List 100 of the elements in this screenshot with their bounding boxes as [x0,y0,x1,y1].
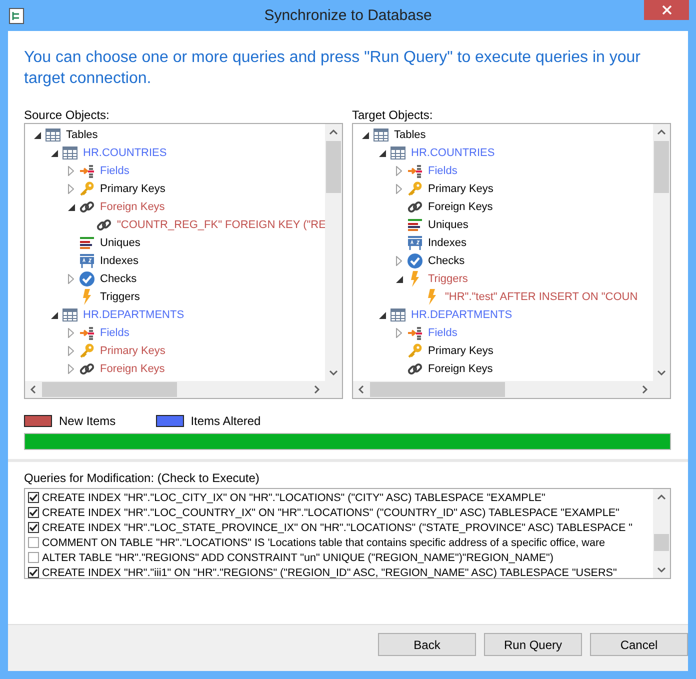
key-icon [407,181,423,197]
tree-item[interactable]: Fields [428,327,458,339]
tree-item[interactable]: Primary Keys [100,183,166,195]
table-icon [62,307,78,323]
tree-item[interactable]: Foreign Keys [100,201,165,213]
chain-link-icon [79,361,95,377]
scroll-thumb[interactable] [654,141,669,193]
tree-item[interactable]: HR.DEPARTMENTS [411,309,512,321]
query-text: COMMENT ON TABLE "HR"."LOCATIONS" IS 'Locations table that contains specific address of a specific office, ware [42,536,606,548]
tree-item[interactable]: Checks [100,273,137,285]
checkbox[interactable] [28,492,39,503]
tree-item[interactable]: "HR"."test" AFTER INSERT ON "COUN [445,291,638,303]
uniques-icon [407,217,423,233]
tree-item[interactable]: Foreign Keys [100,363,165,375]
collapsed-arrow-icon[interactable] [68,364,74,374]
tree-item[interactable]: Primary Keys [428,183,494,195]
scroll-thumb[interactable] [654,534,669,551]
tree-item[interactable]: Fields [100,165,130,177]
expanded-arrow-icon[interactable] [34,132,40,138]
fields-icon [407,163,423,179]
checkmark-icon [407,253,423,269]
horizontal-scrollbar[interactable] [353,381,653,398]
query-text: CREATE INDEX "HR"."LOC_CITY_IX" ON "HR"."LOCATIONS" ("CITY" ASC) TABLESPACE "EXAMPLE" [42,492,546,504]
table-icon [45,127,61,143]
uniques-icon [79,235,95,251]
collapsed-arrow-icon[interactable] [396,184,402,194]
tree-item[interactable]: Uniques [428,219,468,231]
pane-label: Source Objects: [24,108,110,123]
checkbox[interactable] [28,507,39,518]
pane-label: Target Objects: [352,108,434,123]
table-icon [62,145,78,161]
dialog-button[interactable]: Back [378,633,476,656]
checkbox[interactable] [28,567,39,578]
query-text: CREATE INDEX "HR"."LOC_COUNTRY_IX" ON "HR"."LOCATIONS" ("COUNTRY_ID" ASC) TABLESPACE "EXAMPLE" [42,506,620,518]
vertical-scrollbar[interactable] [653,124,670,398]
collapsed-arrow-icon[interactable] [68,346,74,356]
app-icon [9,8,24,24]
vertical-scrollbar[interactable] [653,489,670,578]
checkmark-icon [79,271,95,287]
table-icon [373,127,389,143]
scroll-thumb[interactable] [370,382,505,397]
key-icon [407,343,423,359]
expanded-arrow-icon[interactable] [378,150,386,156]
expanded-arrow-icon[interactable] [362,132,368,138]
expanded-arrow-icon[interactable] [378,312,386,318]
query-text: ALTER TABLE "HR"."REGIONS" ADD CONSTRAINT "un" UNIQUE ("REGION_NAME")"REGION_NAME") [42,552,554,564]
tree-item[interactable]: Triggers [428,273,468,285]
collapsed-arrow-icon[interactable] [396,328,402,338]
query-text: CREATE INDEX "HR"."iii1" ON "HR"."REGIONS" ("REGION_ID" ASC, "REGION_NAME" ASC) TABLESPACE "USERS" [42,566,617,578]
tree-item[interactable]: Triggers [100,291,140,303]
tree-item[interactable]: HR.COUNTRIES [411,147,495,159]
tree-item[interactable]: Tables [394,129,426,141]
table-icon [390,307,406,323]
tree-item[interactable]: Checks [428,255,465,267]
dialog-button[interactable]: Run Query [484,633,582,656]
tree-item[interactable]: Foreign Keys [428,363,493,375]
chain-link-icon [79,199,95,215]
tree-item[interactable]: Primary Keys [428,345,494,357]
key-icon [79,181,95,197]
legend-label: Items Altered [190,414,261,428]
expanded-arrow-icon[interactable] [50,312,58,318]
indexes-icon [79,253,95,269]
chain-link-icon [407,199,423,215]
collapsed-arrow-icon[interactable] [396,256,402,266]
vertical-scrollbar[interactable] [325,124,342,398]
checkbox[interactable] [28,552,39,563]
queries-label: Queries for Modification: (Check to Execute) [23,470,260,486]
expanded-arrow-icon[interactable] [50,150,58,156]
chain-link-icon [407,361,423,377]
collapsed-arrow-icon[interactable] [68,184,74,194]
tree-item[interactable]: Foreign Keys [428,201,493,213]
table-icon [390,145,406,161]
fields-icon [407,325,423,341]
expanded-arrow-icon[interactable] [396,276,402,282]
tree-item[interactable]: Indexes [428,237,467,249]
tree-item[interactable]: HR.COUNTRIES [83,147,167,159]
horizontal-scrollbar[interactable] [25,381,325,398]
tree-item[interactable]: Fields [428,165,458,177]
key-icon [79,343,95,359]
tree-item[interactable]: Primary Keys [100,345,166,357]
checkbox[interactable] [28,522,39,533]
tree-item[interactable]: HR.DEPARTMENTS [83,309,184,321]
collapsed-arrow-icon[interactable] [68,166,74,176]
tree-item[interactable]: "COUNTR_REG_FK" FOREIGN KEY ("RE [117,219,325,231]
tree-item[interactable]: Uniques [100,237,140,249]
scroll-thumb[interactable] [326,141,341,193]
query-text: CREATE INDEX "HR"."LOC_STATE_PROVINCE_IX" ON "HR"."LOCATIONS" ("STATE_PROVINCE" ASC) TABLESPACE " [42,522,633,534]
close-button[interactable] [644,0,689,20]
collapsed-arrow-icon[interactable] [68,274,74,284]
instructions-text: You can choose one or more queries and press "Run Query" to execute queries in your target connection. [23,48,642,89]
dialog-button[interactable]: Cancel [590,633,688,656]
checkbox[interactable] [28,537,39,548]
window-title: Synchronize to Database [264,7,432,24]
collapsed-arrow-icon[interactable] [68,328,74,338]
collapsed-arrow-icon[interactable] [396,166,402,176]
tree-item[interactable]: Indexes [100,255,139,267]
expanded-arrow-icon[interactable] [68,204,74,210]
tree-item[interactable]: Tables [66,129,98,141]
tree-item[interactable]: Fields [100,327,130,339]
scroll-thumb[interactable] [42,382,177,397]
